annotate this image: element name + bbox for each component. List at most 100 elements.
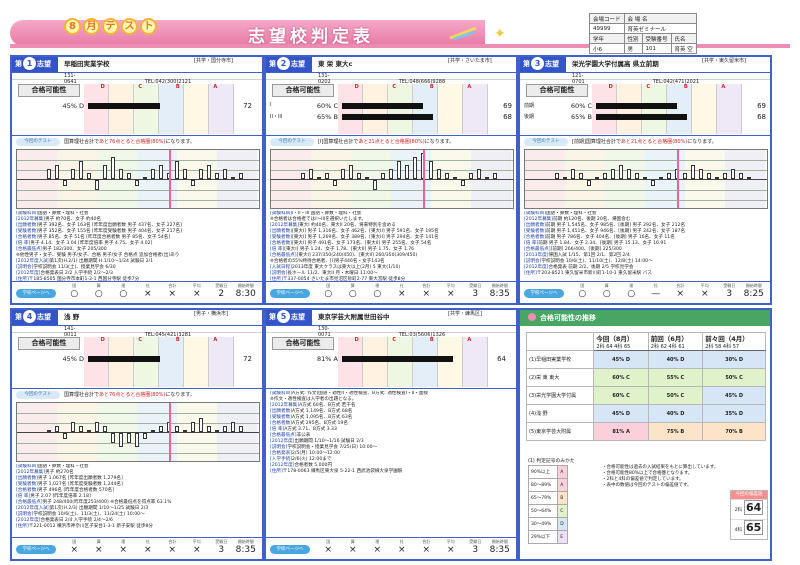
school-page-link[interactable]: 学校ページへ bbox=[270, 545, 310, 554]
school-name[interactable]: 東 栄 東大c bbox=[318, 59, 446, 70]
detail-value: 長ホール 11/2、東大II 月・木曜日 11:00〜 bbox=[287, 271, 378, 276]
trend-title: 合格可能性の推移 bbox=[540, 314, 596, 322]
detail-value: 男子 182/300、女子 205/300 bbox=[42, 247, 107, 252]
graph-bar bbox=[175, 161, 179, 179]
graph-gridline bbox=[525, 160, 767, 161]
graph-bar bbox=[595, 177, 599, 179]
venue-name: 育英ゼミナール bbox=[623, 23, 697, 34]
school-name[interactable]: 早稲田実業学校 bbox=[64, 59, 192, 70]
footer-value: ○ bbox=[348, 289, 357, 299]
graph-bar bbox=[143, 433, 147, 439]
school-details: [試験科目]A方式: 作文(国語・適性I)・適性検査、B方式: 適性検査I・II… bbox=[270, 391, 512, 541]
graph-bar bbox=[151, 430, 155, 432]
graph-bar bbox=[199, 169, 203, 179]
graph-bar bbox=[191, 180, 195, 186]
notice-highlight: あと21点とると合格圏(80%) bbox=[620, 139, 688, 145]
graph-gridline bbox=[271, 200, 513, 201]
school-location: [共学・練馬区] bbox=[448, 311, 482, 317]
choice-rank: 第 2 志望 bbox=[266, 57, 312, 72]
trend-table: 今回（8月） 2科 64 4科 65 前回（6月） 2科 62 4科 61 前々回（4月… bbox=[525, 332, 766, 441]
school-page-link[interactable]: 学校ページへ bbox=[16, 545, 56, 554]
row-percent: 45% D bbox=[44, 355, 84, 363]
panel-header: 第 1 志望 早稲田実業学校 [共学・国分寺市] bbox=[12, 57, 262, 73]
capacity-letters: DCBA bbox=[592, 84, 742, 90]
capacity-letter: B bbox=[175, 337, 180, 343]
trend-row: (5)東京学芸大附属 81% A 75% B 70% B bbox=[525, 422, 766, 441]
capacity-letters: DCBA bbox=[84, 84, 234, 90]
detail-value: A方式 1,095名、B方式 63名 bbox=[291, 415, 353, 420]
detail-value: 2013年度 東大クラスは東大以上(2月) 5 東大(1/10) bbox=[291, 265, 401, 270]
detail-category: [出願者数] bbox=[524, 223, 546, 228]
footer-value: × bbox=[700, 289, 709, 299]
row-prefix: II・III bbox=[270, 114, 283, 120]
school-contact: 130-0071 TEL:03(5606)1326 bbox=[266, 326, 516, 338]
detail-value: [東大I] 237/350(240/450)、[東大II] 260/350(30… bbox=[296, 253, 418, 258]
deviation-label-2: 2科 bbox=[734, 508, 743, 513]
school-name[interactable]: 浅 野 bbox=[64, 312, 192, 323]
current-score-marker bbox=[169, 150, 171, 208]
graph-bar bbox=[325, 173, 329, 179]
detail-value: 前期 男子 1,451名、女子 946名、[後期] 男子 242名、女子 187… bbox=[545, 229, 686, 234]
deviation-row-4: 4科 65 bbox=[731, 519, 767, 539]
trend-note: ・表中の数値は今回のテストの偏差値です。 bbox=[602, 483, 692, 488]
target-notice: 今回のテスト [前期]国算理社合計であと21点とると合格圏(80%)になります。 bbox=[520, 136, 770, 148]
graph-bar bbox=[63, 433, 67, 439]
capacity-letter: D bbox=[100, 84, 105, 90]
capacity-letter: B bbox=[683, 84, 688, 90]
grade-letter: A bbox=[333, 355, 338, 363]
detail-value: 前期 男子 1.84、女子 2.34、[後期] 男子 15.13、女子 16.9… bbox=[538, 241, 667, 246]
panel-footer: 学校ページへ国算理社合計 平均 受験日 開始時間 ○ ○ ○ × × × 2 8:30 bbox=[12, 281, 262, 303]
school-name[interactable]: 栄光学園大学付属高 県立前期 bbox=[572, 59, 700, 70]
capacity-section: 合格可能性 D C B A I 60% C 69 II・III 65% B 68 bbox=[266, 80, 516, 136]
capacity-section: 合格可能性 D C B A 45% D 72 bbox=[12, 333, 262, 389]
capacity-section: 合格可能性 D C B A 前期 60% C 69 後期 65% B 68 bbox=[520, 80, 770, 136]
legend-letter: E bbox=[557, 530, 568, 544]
percent-value: 65% bbox=[317, 113, 332, 121]
graph-bar bbox=[357, 173, 361, 179]
graph-bar bbox=[223, 169, 227, 179]
detail-value: 国語・算数・理科・社会 bbox=[37, 211, 89, 216]
trend-level: 40% D bbox=[647, 350, 704, 369]
detail-category: [2012年募集] bbox=[16, 217, 46, 222]
school-page-link[interactable]: 学校ページへ bbox=[270, 289, 310, 298]
school-page-link[interactable]: 学校ページへ bbox=[524, 289, 564, 298]
graph-bar bbox=[127, 173, 131, 179]
detail-value: [東大I] 男子 491名、女子 173名、[東大II] 男子 255名、女子 … bbox=[291, 241, 432, 246]
student-name: 育英 空 bbox=[670, 43, 697, 54]
notice-text: [I]国算理社合計で bbox=[318, 139, 359, 145]
detail-value: 非公表 bbox=[296, 433, 311, 438]
capacity-section: 合格可能性 D C B A 45% D 72 bbox=[12, 80, 262, 136]
exam-label: 8 月 テ ス ト bbox=[64, 18, 157, 35]
graph-bar bbox=[111, 157, 115, 179]
school-name[interactable]: 東京学芸大附属世田谷中 bbox=[318, 312, 446, 323]
footer-value: × bbox=[168, 545, 177, 555]
graph-bar bbox=[333, 180, 337, 186]
graph-bar bbox=[47, 430, 51, 432]
graph-bar bbox=[723, 173, 727, 179]
footer-value: × bbox=[324, 545, 333, 555]
detail-value: ※合格者の55%特待合格者、[I]男子446名・女子143名 bbox=[270, 259, 385, 264]
trend-column-label: 前回（6月） bbox=[650, 335, 688, 343]
detail-value: 出願期間 1/10〜1/16 試験日 2/3 bbox=[294, 439, 364, 444]
detail-value: 前期 男子 1,545名、女子 985名、[後期] 男子 292名、女子 212… bbox=[545, 223, 686, 228]
deviation-score: 72 bbox=[243, 355, 252, 363]
graph-bar bbox=[381, 173, 385, 179]
graph-bar bbox=[389, 169, 393, 179]
deviation-box: 今回の偏差値 2科 64 4科 65 bbox=[730, 490, 768, 540]
capacity-row: 45% D bbox=[16, 102, 260, 111]
detail-line: [住所]〒203-8521 東久留米市新川町1-10-1 東久留米駅 バス bbox=[524, 271, 766, 277]
trend-school-name: (4)浅 野 bbox=[525, 404, 595, 423]
graph-bar bbox=[215, 430, 219, 432]
graph-bar bbox=[341, 169, 345, 179]
graph-bar bbox=[731, 169, 735, 179]
trend-dot-icon bbox=[528, 313, 536, 321]
legend-range: 30〜49% bbox=[527, 517, 559, 531]
graph-bar bbox=[493, 173, 497, 179]
capacity-letter: C bbox=[138, 84, 143, 90]
footer-value: × bbox=[119, 545, 128, 555]
school-page-link[interactable]: 学校ページへ bbox=[16, 289, 56, 298]
detail-value: 男子 248/400(昨年度253/400) ※合格最低点を得点率 63.1% bbox=[42, 500, 172, 505]
capacity-section: 合格可能性 D C B A 81% A 64 bbox=[266, 333, 516, 389]
graph-bar bbox=[397, 161, 401, 179]
legend-letter: A bbox=[557, 465, 568, 479]
